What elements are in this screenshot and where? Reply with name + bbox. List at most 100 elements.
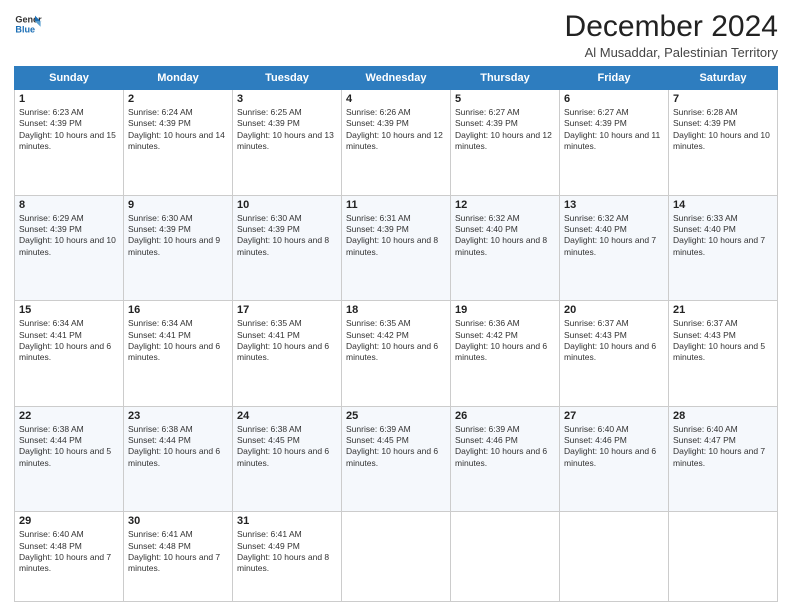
- day-info: Sunrise: 6:25 AMSunset: 4:39 PMDaylight:…: [237, 107, 337, 153]
- day-number: 27: [564, 410, 664, 422]
- day-info: Sunrise: 6:24 AMSunset: 4:39 PMDaylight:…: [128, 107, 228, 153]
- day-number: 20: [564, 304, 664, 316]
- day-number: 18: [346, 304, 446, 316]
- day-number: 31: [237, 515, 337, 527]
- day-info: Sunrise: 6:28 AMSunset: 4:39 PMDaylight:…: [673, 107, 773, 153]
- col-monday: Monday: [124, 67, 233, 90]
- table-row: 13 Sunrise: 6:32 AMSunset: 4:40 PMDayligh…: [560, 195, 669, 301]
- table-row: 3 Sunrise: 6:25 AMSunset: 4:39 PMDaylight…: [233, 90, 342, 196]
- table-row: 15 Sunrise: 6:34 AMSunset: 4:41 PMDayligh…: [15, 301, 124, 407]
- day-info: Sunrise: 6:34 AMSunset: 4:41 PMDaylight:…: [128, 318, 228, 364]
- page-header: General Blue December 2024 Al Musaddar, …: [14, 10, 778, 60]
- day-number: 17: [237, 304, 337, 316]
- day-info: Sunrise: 6:27 AMSunset: 4:39 PMDaylight:…: [564, 107, 664, 153]
- day-info: Sunrise: 6:37 AMSunset: 4:43 PMDaylight:…: [673, 318, 773, 364]
- table-row: 30 Sunrise: 6:41 AMSunset: 4:48 PMDayligh…: [124, 512, 233, 602]
- calendar-title: December 2024: [565, 10, 778, 43]
- table-row: 4 Sunrise: 6:26 AMSunset: 4:39 PMDaylight…: [342, 90, 451, 196]
- table-row: 22 Sunrise: 6:38 AMSunset: 4:44 PMDayligh…: [15, 406, 124, 512]
- day-info: Sunrise: 6:38 AMSunset: 4:44 PMDaylight:…: [19, 424, 119, 470]
- day-info: Sunrise: 6:39 AMSunset: 4:45 PMDaylight:…: [346, 424, 446, 470]
- day-number: 13: [564, 199, 664, 211]
- logo: General Blue: [14, 10, 42, 38]
- day-info: Sunrise: 6:40 AMSunset: 4:46 PMDaylight:…: [564, 424, 664, 470]
- day-info: Sunrise: 6:40 AMSunset: 4:48 PMDaylight:…: [19, 529, 119, 575]
- table-row: 5 Sunrise: 6:27 AMSunset: 4:39 PMDaylight…: [451, 90, 560, 196]
- day-number: 3: [237, 93, 337, 105]
- table-row: 25 Sunrise: 6:39 AMSunset: 4:45 PMDayligh…: [342, 406, 451, 512]
- day-number: 10: [237, 199, 337, 211]
- day-info: Sunrise: 6:40 AMSunset: 4:47 PMDaylight:…: [673, 424, 773, 470]
- table-row: [560, 512, 669, 602]
- day-number: 8: [19, 199, 119, 211]
- table-row: 10 Sunrise: 6:30 AMSunset: 4:39 PMDayligh…: [233, 195, 342, 301]
- col-sunday: Sunday: [15, 67, 124, 90]
- day-info: Sunrise: 6:34 AMSunset: 4:41 PMDaylight:…: [19, 318, 119, 364]
- table-row: 18 Sunrise: 6:35 AMSunset: 4:42 PMDayligh…: [342, 301, 451, 407]
- day-number: 1: [19, 93, 119, 105]
- day-info: Sunrise: 6:37 AMSunset: 4:43 PMDaylight:…: [564, 318, 664, 364]
- table-row: [342, 512, 451, 602]
- day-info: Sunrise: 6:31 AMSunset: 4:39 PMDaylight:…: [346, 213, 446, 259]
- table-row: [451, 512, 560, 602]
- day-number: 22: [19, 410, 119, 422]
- day-info: Sunrise: 6:27 AMSunset: 4:39 PMDaylight:…: [455, 107, 555, 153]
- day-info: Sunrise: 6:39 AMSunset: 4:46 PMDaylight:…: [455, 424, 555, 470]
- day-info: Sunrise: 6:30 AMSunset: 4:39 PMDaylight:…: [237, 213, 337, 259]
- day-number: 29: [19, 515, 119, 527]
- day-info: Sunrise: 6:32 AMSunset: 4:40 PMDaylight:…: [455, 213, 555, 259]
- day-info: Sunrise: 6:36 AMSunset: 4:42 PMDaylight:…: [455, 318, 555, 364]
- day-number: 4: [346, 93, 446, 105]
- table-row: 24 Sunrise: 6:38 AMSunset: 4:45 PMDayligh…: [233, 406, 342, 512]
- col-saturday: Saturday: [669, 67, 778, 90]
- day-info: Sunrise: 6:29 AMSunset: 4:39 PMDaylight:…: [19, 213, 119, 259]
- day-info: Sunrise: 6:32 AMSunset: 4:40 PMDaylight:…: [564, 213, 664, 259]
- day-number: 28: [673, 410, 773, 422]
- table-row: 1 Sunrise: 6:23 AMSunset: 4:39 PMDaylight…: [15, 90, 124, 196]
- day-number: 5: [455, 93, 555, 105]
- day-info: Sunrise: 6:23 AMSunset: 4:39 PMDaylight:…: [19, 107, 119, 153]
- col-wednesday: Wednesday: [342, 67, 451, 90]
- table-row: 19Sunrise: 6:36 AMSunset: 4:42 PMDayligh…: [451, 301, 560, 407]
- day-number: 25: [346, 410, 446, 422]
- table-row: 7Sunrise: 6:28 AMSunset: 4:39 PMDaylight…: [669, 90, 778, 196]
- day-info: Sunrise: 6:35 AMSunset: 4:41 PMDaylight:…: [237, 318, 337, 364]
- svg-text:Blue: Blue: [15, 24, 35, 34]
- calendar-subtitle: Al Musaddar, Palestinian Territory: [565, 45, 778, 60]
- table-row: 17 Sunrise: 6:35 AMSunset: 4:41 PMDayligh…: [233, 301, 342, 407]
- day-info: Sunrise: 6:41 AMSunset: 4:49 PMDaylight:…: [237, 529, 337, 575]
- day-number: 16: [128, 304, 228, 316]
- day-number: 9: [128, 199, 228, 211]
- table-row: 11Sunrise: 6:31 AMSunset: 4:39 PMDayligh…: [342, 195, 451, 301]
- day-info: Sunrise: 6:33 AMSunset: 4:40 PMDaylight:…: [673, 213, 773, 259]
- table-row: 28 Sunrise: 6:40 AMSunset: 4:47 PMDayligh…: [669, 406, 778, 512]
- day-number: 24: [237, 410, 337, 422]
- table-row: 16 Sunrise: 6:34 AMSunset: 4:41 PMDayligh…: [124, 301, 233, 407]
- table-row: 14 Sunrise: 6:33 AMSunset: 4:40 PMDayligh…: [669, 195, 778, 301]
- table-row: 31 Sunrise: 6:41 AMSunset: 4:49 PMDayligh…: [233, 512, 342, 602]
- day-number: 15: [19, 304, 119, 316]
- day-number: 14: [673, 199, 773, 211]
- table-row: 29 Sunrise: 6:40 AMSunset: 4:48 PMDayligh…: [15, 512, 124, 602]
- col-friday: Friday: [560, 67, 669, 90]
- day-info: Sunrise: 6:38 AMSunset: 4:44 PMDaylight:…: [128, 424, 228, 470]
- col-thursday: Thursday: [451, 67, 560, 90]
- calendar-header-row: Sunday Monday Tuesday Wednesday Thursday…: [15, 67, 778, 90]
- table-row: 21 Sunrise: 6:37 AMSunset: 4:43 PMDayligh…: [669, 301, 778, 407]
- day-info: Sunrise: 6:26 AMSunset: 4:39 PMDaylight:…: [346, 107, 446, 153]
- table-row: 8 Sunrise: 6:29 AMSunset: 4:39 PMDaylight…: [15, 195, 124, 301]
- day-number: 30: [128, 515, 228, 527]
- day-info: Sunrise: 6:38 AMSunset: 4:45 PMDaylight:…: [237, 424, 337, 470]
- day-info: Sunrise: 6:35 AMSunset: 4:42 PMDaylight:…: [346, 318, 446, 364]
- day-number: 12: [455, 199, 555, 211]
- table-row: 23Sunrise: 6:38 AMSunset: 4:44 PMDayligh…: [124, 406, 233, 512]
- table-row: 9Sunrise: 6:30 AMSunset: 4:39 PMDaylight…: [124, 195, 233, 301]
- day-number: 21: [673, 304, 773, 316]
- day-info: Sunrise: 6:41 AMSunset: 4:48 PMDaylight:…: [128, 529, 228, 575]
- calendar-table: Sunday Monday Tuesday Wednesday Thursday…: [14, 66, 778, 602]
- day-number: 6: [564, 93, 664, 105]
- table-row: 12 Sunrise: 6:32 AMSunset: 4:40 PMDayligh…: [451, 195, 560, 301]
- day-number: 2: [128, 93, 228, 105]
- col-tuesday: Tuesday: [233, 67, 342, 90]
- title-block: December 2024 Al Musaddar, Palestinian T…: [565, 10, 778, 60]
